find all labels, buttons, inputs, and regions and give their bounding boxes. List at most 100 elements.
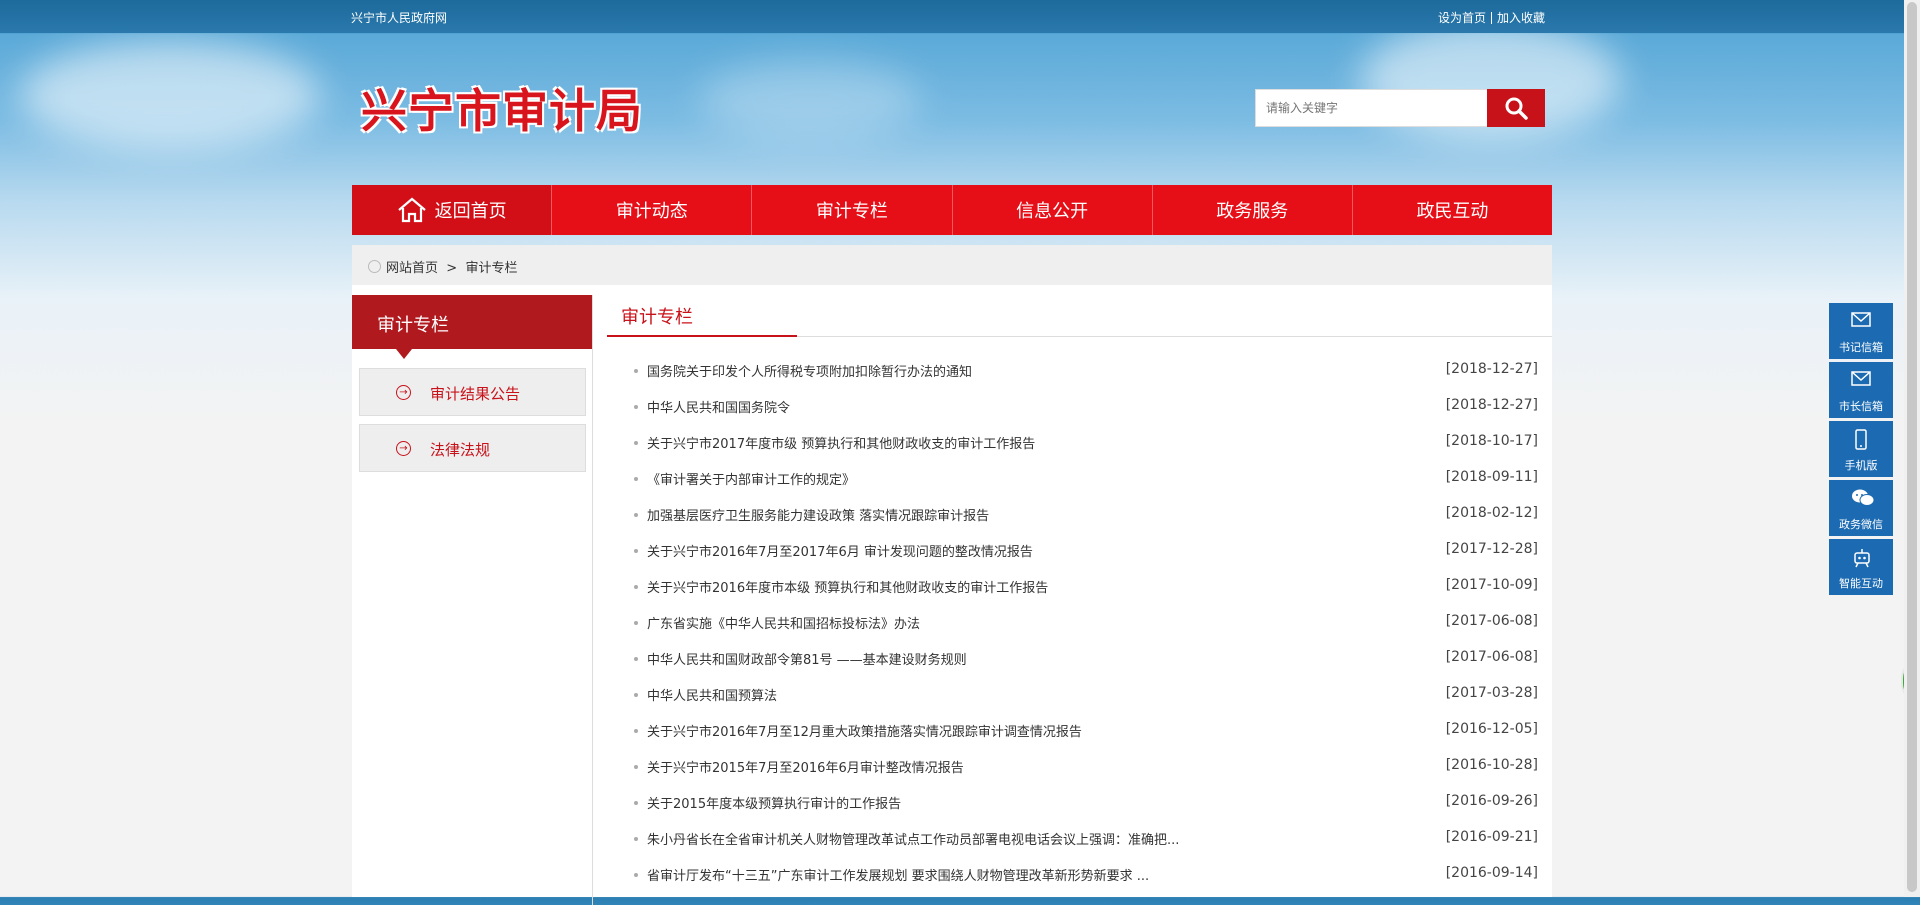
list-item: 关于2015年度本级预算执行审计的工作报告 [2016-09-26] [632,784,1538,820]
article-link[interactable]: 朱小丹省长在全省审计机关人财物管理改革试点工作动员部署电视电话会议上强调：准确把… [647,829,1179,848]
article-link[interactable]: 关于兴宁市2015年7月至2016年6月审计整改情况报告 [647,757,964,776]
sidebar-item-audit-results[interactable]: → 审计结果公告 [359,368,586,416]
article-link[interactable]: 省审计厅发布“十三五”广东审计工作发展规划 要求围绕人财物管理改革新形势新要求 … [647,865,1149,884]
list-item: 关于兴宁市2017年度市级 预算执行和其他财政收支的审计工作报告 [2018-10… [632,424,1538,460]
bullet-icon [634,513,638,517]
bullet-icon [634,801,638,805]
bullet-icon [634,765,638,769]
set-home-link[interactable]: 设为首页 [1438,11,1486,25]
article-link[interactable]: 关于兴宁市2016年7月至12月重大政策措施落实情况跟踪审计调查情况报告 [647,721,1082,740]
list-item: 中华人民共和国国务院令 [2018-12-27] [632,388,1538,424]
article-date: [2018-09-11] [1445,469,1538,485]
article-link[interactable]: 关于兴宁市2016年度市本级 预算执行和其他财政收支的审计工作报告 [647,577,1048,596]
site-logo[interactable]: 兴宁市审计局 [361,75,643,141]
list-item: 省审计厅发布“十三五”广东审计工作发展规划 要求围绕人财物管理改革新形势新要求 … [632,856,1538,892]
list-item: 中华人民共和国预算法 [2017-03-28] [632,676,1538,712]
article-date: [2018-02-12] [1445,505,1538,521]
sidebar-header: 审计专栏 [352,295,592,359]
float-button[interactable]: 书记信箱 [1829,303,1893,359]
search-input[interactable] [1255,89,1489,127]
list-item: 关于兴宁市2016年7月至12月重大政策措施落实情况跟踪审计调查情况报告 [201… [632,712,1538,748]
article-link[interactable]: 关于兴宁市2017年度市级 预算执行和其他财政收支的审计工作报告 [647,433,1035,452]
sidebar-header-pointer [396,349,412,359]
list-item: 国务院关于印发个人所得税专项附加扣除暂行办法的通知 [2018-12-27] [632,352,1538,388]
article-link[interactable]: 《审计署关于内部审计工作的规定》 [647,469,855,488]
article-link[interactable]: 中华人民共和国财政部令第81号 ——基本建设财务规则 [647,649,967,668]
float-button-label: 政务微信 [1839,518,1883,531]
breadcrumb: 网站首页 > 审计专栏 [352,245,1552,285]
article-link[interactable]: 中华人民共和国预算法 [647,685,777,704]
bullet-icon [634,585,638,589]
article-date: [2018-12-27] [1445,397,1538,413]
search-box [1255,89,1545,127]
nav-item-info-disclosure[interactable]: 信息公开 [951,185,1152,235]
background-cloud [700,60,920,140]
article-link[interactable]: 关于2015年度本级预算执行审计的工作报告 [647,793,901,812]
nav-item-label: 返回首页 [434,201,507,222]
article-date: [2017-06-08] [1445,649,1538,665]
nav-item-label: 审计动态 [615,201,688,222]
nav-item-label: 审计专栏 [815,201,888,222]
bullet-icon [634,657,638,661]
nav-item-label: 信息公开 [1016,201,1089,222]
arrow-circle-icon: → [396,441,411,456]
nav-item-label: 政务服务 [1216,201,1289,222]
float-button[interactable]: 智能互动 [1829,539,1893,595]
content-title-underline [607,335,797,337]
list-item: 关于兴宁市2016年7月至2017年6月 审计发现问题的整改情况报告 [2017-… [632,532,1538,568]
scrollbar[interactable] [1904,0,1920,897]
bookmark-link[interactable]: 加入收藏 [1497,11,1545,25]
bullet-icon [634,693,638,697]
article-date: [2016-09-26] [1445,793,1538,809]
nav-item-home[interactable]: 返回首页 [352,185,552,235]
list-item: 关于兴宁市2016年度市本级 预算执行和其他财政收支的审计工作报告 [2017-1… [632,568,1538,604]
article-date: [2016-09-14] [1445,865,1538,881]
nav-item-interaction[interactable]: 政民互动 [1351,185,1552,235]
scrollbar-thumb[interactable] [1907,2,1917,892]
article-link[interactable]: 中华人民共和国国务院令 [647,397,790,416]
search-icon [1505,97,1528,120]
nav-item-audit-news[interactable]: 审计动态 [551,185,751,235]
article-link[interactable]: 加强基层医疗卫生服务能力建设政策 落实情况跟踪审计报告 [647,505,989,524]
breadcrumb-home-link[interactable]: 网站首页 [386,261,438,276]
breadcrumb-icon [368,260,381,273]
article-date: [2016-09-21] [1445,829,1538,845]
main-nav: 返回首页 审计动态 审计专栏 信息公开 政务服务 政民互动 [352,185,1552,235]
article-link[interactable]: 国务院关于印发个人所得税专项附加扣除暂行办法的通知 [647,361,972,380]
sidebar-item-laws[interactable]: → 法律法规 [359,424,586,472]
article-date: [2016-10-28] [1445,757,1538,773]
article-date: [2016-12-05] [1445,721,1538,737]
article-date: [2017-10-09] [1445,577,1538,593]
article-date: [2018-10-17] [1445,433,1538,449]
content-title: 审计专栏 [621,307,693,328]
divider [1491,12,1493,24]
search-button[interactable] [1487,89,1545,127]
nav-item-audit-column[interactable]: 审计专栏 [751,185,951,235]
breadcrumb-current[interactable]: 审计专栏 [465,261,517,276]
bullet-icon [634,873,638,877]
float-button-label: 市长信箱 [1839,400,1883,413]
float-button-label: 手机版 [1844,459,1878,472]
sidebar-item-label: 审计结果公告 [430,385,521,403]
float-button-label: 智能互动 [1839,577,1883,590]
gov-site-link[interactable]: 兴宁市人民政府网 [351,9,447,26]
breadcrumb-text: 网站首页 > 审计专栏 [386,257,517,276]
float-button[interactable]: 市长信箱 [1829,362,1893,418]
article-link[interactable]: 关于兴宁市2016年7月至2017年6月 审计发现问题的整改情况报告 [647,541,1033,560]
breadcrumb-separator: > [446,261,458,276]
background-cloud [20,40,320,150]
bullet-icon [634,729,638,733]
float-button[interactable]: 手机版 [1829,421,1893,477]
float-button[interactable]: 政务微信 [1829,480,1893,536]
list-item: 广东省实施《中华人民共和国招标投标法》办法 [2017-06-08] [632,604,1538,640]
article-link[interactable]: 广东省实施《中华人民共和国招标投标法》办法 [647,613,920,632]
home-icon [397,197,426,223]
list-item: 《审计署关于内部审计工作的规定》 [2018-09-11] [632,460,1538,496]
nav-item-gov-services[interactable]: 政务服务 [1151,185,1352,235]
bullet-icon [634,837,638,841]
bullet-icon [634,369,638,373]
bullet-icon [634,405,638,409]
article-list: 国务院关于印发个人所得税专项附加扣除暂行办法的通知 [2018-12-27] 中华人… [632,352,1538,892]
bullet-icon [634,549,638,553]
list-item: 中华人民共和国财政部令第81号 ——基本建设财务规则 [2017-06-08] [632,640,1538,676]
